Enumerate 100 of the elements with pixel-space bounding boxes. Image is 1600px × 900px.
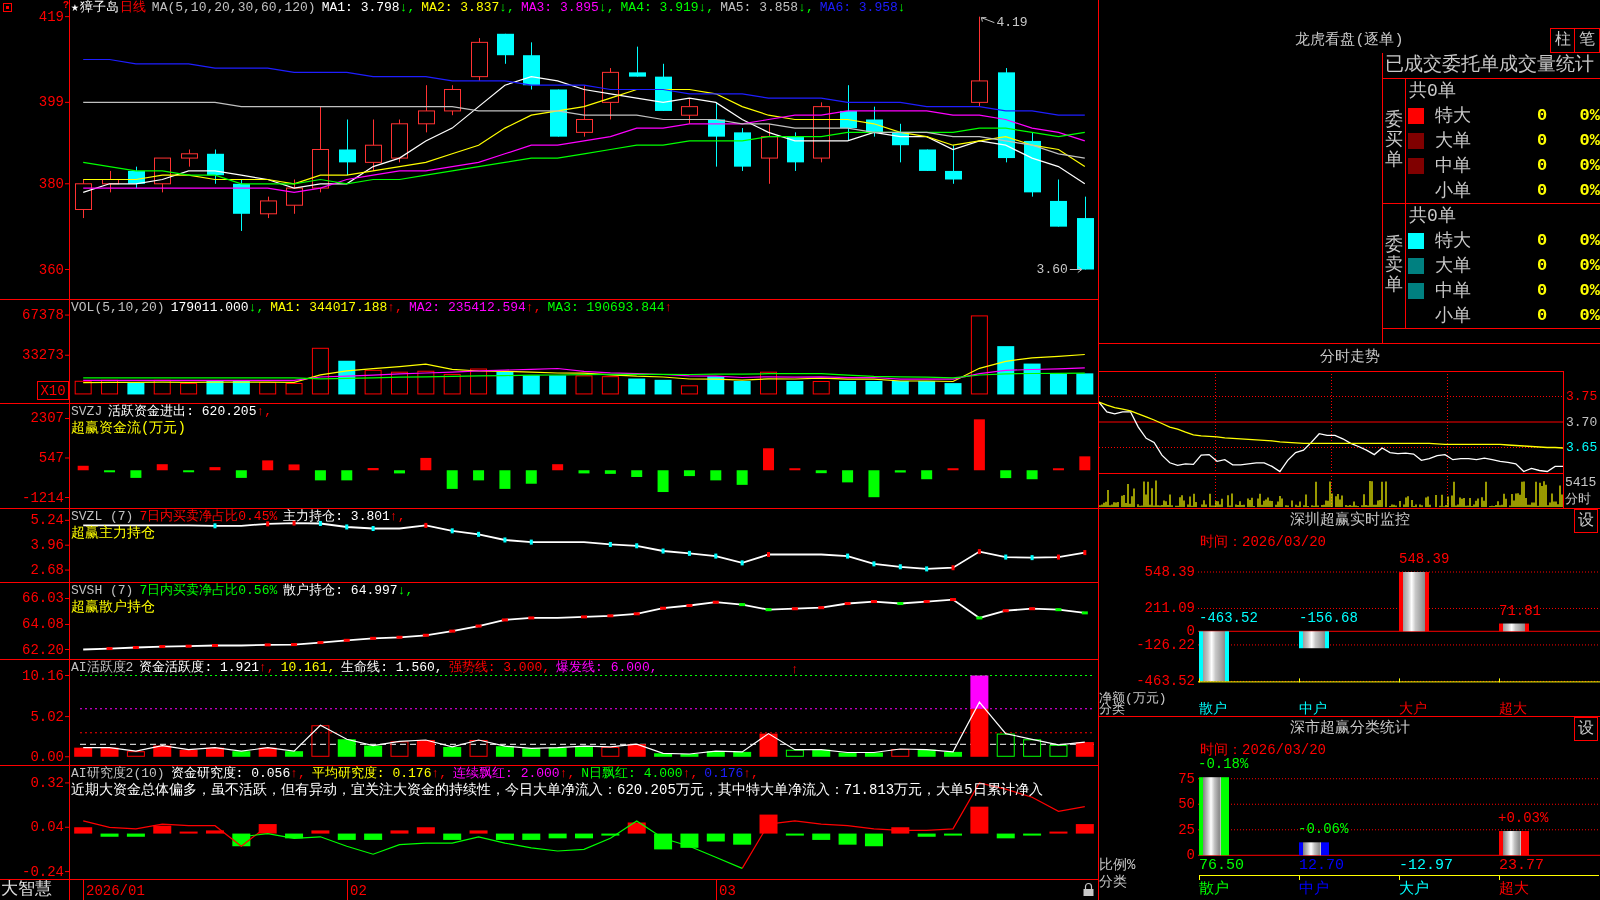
indicator-name: SVSH (7) [71, 583, 134, 598]
view-mode-button[interactable]: 笔 [1575, 28, 1600, 53]
legend-entry: 强势线: 3.000, [448, 660, 551, 675]
axis-label: 548.39 [1144, 564, 1195, 580]
category-label: 中户 [1299, 880, 1329, 900]
size-label: 中单 [1435, 279, 1471, 302]
order-count: 0 [1536, 154, 1548, 177]
section-title: 分时走势 [1319, 348, 1380, 367]
axis-title: 分类 [1099, 703, 1125, 717]
size-label: 大单 [1435, 130, 1471, 152]
indicator-name: SVZJ [71, 404, 103, 419]
legend-entry: 资金研究度: 0.056 [170, 766, 291, 781]
candle [471, 37, 488, 82]
window-icon[interactable] [3, 3, 12, 12]
period-label: 日线 [119, 0, 146, 15]
legend-entry: 生命线: 1.560, [341, 660, 443, 675]
settings-button[interactable]: 设 [1574, 509, 1598, 533]
candle [391, 119, 408, 163]
axis-label: 3.65 [1566, 440, 1598, 455]
legend-entry: 179011.000 [170, 300, 249, 315]
order-percent: 0% [1579, 179, 1600, 202]
candle [154, 157, 171, 193]
date-label: 02 [350, 883, 367, 899]
size-label: 大单 [1435, 255, 1471, 277]
size-label: 特大 [1435, 105, 1471, 128]
bar-value: 23.77 [1499, 857, 1544, 874]
price-label: 4.19 [996, 15, 1028, 31]
legend-entry: MA4: 3.919 [620, 0, 699, 15]
trend-arrow: ↑, [682, 766, 699, 781]
axis-label: 419 [38, 8, 64, 25]
candle [708, 101, 725, 168]
candle [602, 67, 619, 120]
change-label: -0.18% [1198, 756, 1249, 773]
axis-label: 3.75 [1566, 389, 1598, 404]
axis-label: 5.24 [30, 512, 64, 529]
trend-arrow: ↓, [598, 0, 615, 15]
axis-label: 0.00 [30, 748, 64, 765]
axis-title: 比例% [1099, 857, 1136, 874]
candle [102, 170, 119, 193]
size-label: 中单 [1435, 154, 1471, 177]
unit-label: 分时 [1565, 491, 1591, 507]
legend-entry: MA3: 3.895 [520, 0, 599, 15]
legend-entry: MA1: 3.798 [321, 0, 400, 15]
bar-value: 76.50 [1199, 857, 1244, 874]
candle [576, 84, 593, 138]
candle [523, 41, 540, 90]
price-label: 3.60 [1036, 262, 1068, 277]
axis-label: 50 [1178, 796, 1195, 813]
section-title: 深市超赢分类统计 [1289, 720, 1410, 738]
panel-title: 龙虎看盘(逐单) [1295, 30, 1404, 51]
view-mode-button[interactable]: 柱 [1550, 28, 1575, 53]
trend-arrow: ↑, [387, 300, 403, 315]
favorite-star[interactable]: ★ [71, 0, 79, 15]
legend-entry: 7日内买卖净占比0.45% [139, 509, 278, 524]
order-count: 0 [1536, 255, 1548, 277]
candle [892, 123, 909, 163]
legend-entry: MA2: 3.837 [421, 0, 500, 15]
order-count: 0 [1536, 105, 1548, 128]
settings-button[interactable]: 设 [1574, 717, 1598, 741]
axis-label: 547 [38, 450, 64, 466]
candle [734, 127, 751, 172]
lock-icon[interactable] [1083, 882, 1094, 896]
axis-label: 25 [1178, 821, 1195, 838]
candle [75, 179, 92, 219]
section-title: 深圳超赢实时监控 [1289, 512, 1410, 530]
axis-label: 0 [1186, 847, 1195, 864]
category-label: 超大 [1499, 703, 1527, 717]
unit-label: X10 [37, 381, 69, 400]
candle [866, 106, 883, 138]
trend-arrow: ↑, [259, 660, 275, 675]
trend-arrow: ↓, [248, 300, 265, 315]
trend-arrow: ↑, [389, 509, 406, 524]
axis-label: 380 [38, 175, 64, 192]
candle [840, 84, 857, 142]
bar-value: 71.81 [1499, 602, 1541, 619]
candle [945, 144, 962, 185]
axis-label: 2.68 [30, 562, 64, 579]
legend-entry: 连续飘红: 2.000 [453, 766, 560, 781]
candle [550, 89, 567, 138]
legend-entry: 散户持仓: 64.997 [283, 583, 398, 598]
help-mark[interactable]: ? [63, 0, 69, 11]
legend-entry: 7日内买卖净占比0.56% [139, 583, 278, 598]
trend-arrow: ↓, [397, 583, 414, 598]
change-label: +0.03% [1498, 810, 1549, 827]
order-count: 0 [1536, 279, 1548, 302]
legend-entry: 爆发线: 6.000, [556, 660, 658, 675]
indicator-name: MA(5,10,20,30,60,120) [151, 0, 316, 15]
legend-entry: MA1: 344017.188 [270, 300, 388, 315]
order-count: 0 [1536, 130, 1548, 152]
change-label: -0.06% [1298, 821, 1349, 838]
legend-entry: MA5: 3.858 [720, 0, 799, 15]
legend-entry: MA2: 235412.594 [408, 300, 526, 315]
candle [181, 149, 198, 168]
bar-value: -156.68 [1299, 610, 1358, 627]
axis-label: 5.02 [30, 708, 64, 725]
trend-arrow: ↑, [525, 300, 542, 315]
candle [1024, 131, 1041, 198]
axis-label: 360 [38, 261, 64, 278]
order-percent: 0% [1579, 304, 1600, 327]
candle [813, 101, 830, 163]
